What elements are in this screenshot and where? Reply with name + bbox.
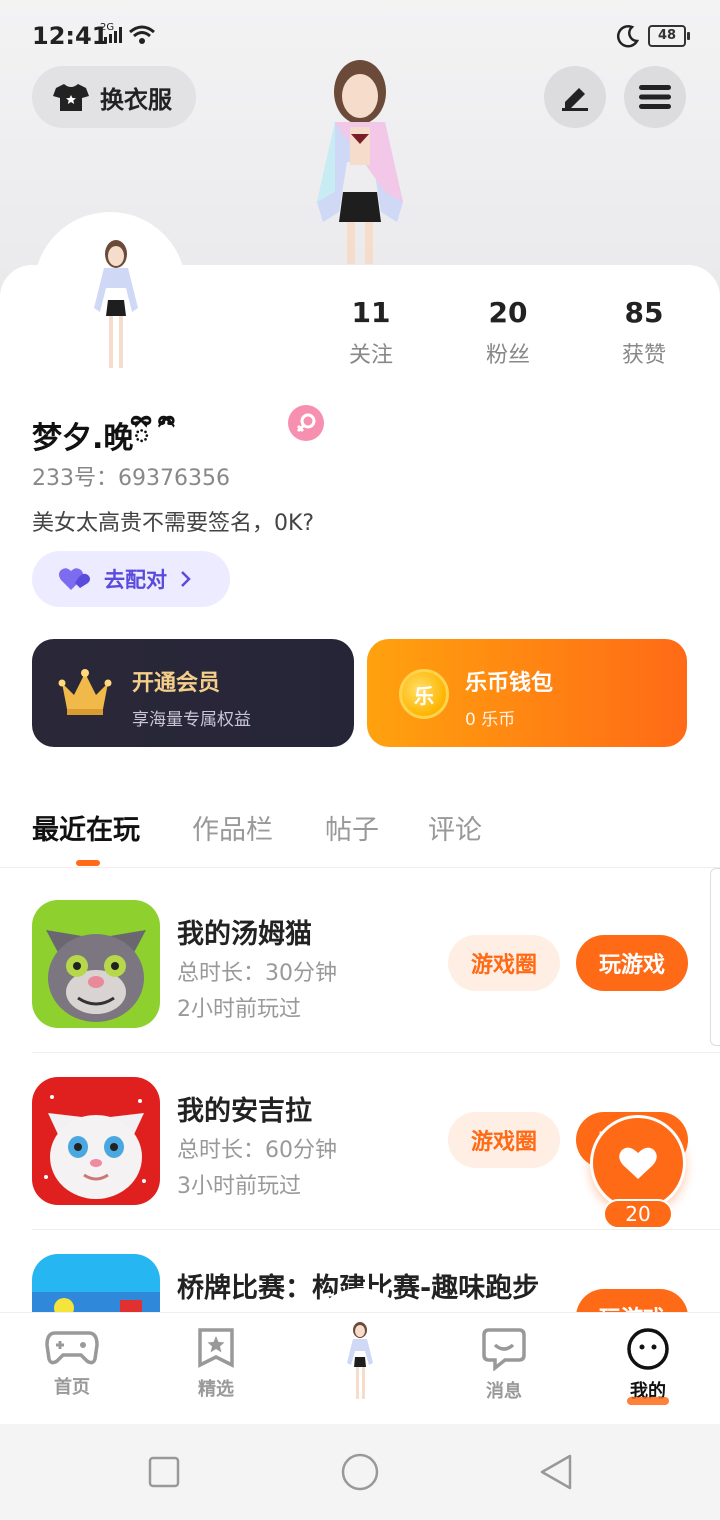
- profile-tabs: 最近在玩 作品栏 帖子 评论: [0, 800, 720, 868]
- stat-followers[interactable]: 20 粉丝: [458, 296, 558, 369]
- vip-membership-card[interactable]: 开通会员 享海量专属权益: [32, 639, 354, 747]
- signal-icon: [104, 27, 122, 43]
- double-heart-icon: [59, 568, 90, 590]
- match-label: 去配对: [104, 568, 167, 592]
- pen-icon: [562, 88, 588, 111]
- avatar[interactable]: [86, 238, 146, 373]
- following-count: 11: [351, 296, 391, 329]
- likes-count: 85: [624, 296, 664, 329]
- tab-posts[interactable]: 帖子: [325, 808, 379, 847]
- wallet-balance: 0 乐币: [465, 710, 516, 730]
- game-last-played: 3小时前玩过: [177, 1174, 301, 1199]
- chat-icon: [482, 1328, 526, 1372]
- nav-home-label: 首页: [54, 1377, 90, 1398]
- divider: [32, 1052, 720, 1053]
- crown-icon: [58, 669, 112, 715]
- nav-featured[interactable]: 精选: [171, 1327, 261, 1401]
- play-game-button[interactable]: 玩游戏: [576, 935, 688, 991]
- tab-recently-played[interactable]: 最近在玩: [32, 808, 140, 847]
- recent-apps-icon[interactable]: [148, 1456, 180, 1488]
- smiley-icon: [627, 1328, 669, 1370]
- followers-count: 20: [488, 296, 528, 329]
- game-playtime: 总时长：30分钟: [177, 961, 337, 986]
- vip-title: 开通会员: [132, 671, 221, 696]
- hamburger-icon: [639, 85, 671, 109]
- moon-icon: [616, 25, 640, 48]
- game-playtime: 总时长：60分钟: [177, 1138, 337, 1163]
- followers-label: 粉丝: [485, 343, 530, 368]
- game-icon-talking-angela: [32, 1077, 160, 1205]
- edit-profile-button[interactable]: [544, 66, 606, 128]
- game-circle-button[interactable]: 游戏圈: [448, 935, 560, 991]
- likes-label: 获赞: [621, 343, 666, 368]
- vip-subtitle: 享海量专属权益: [132, 710, 251, 730]
- game-last-played: 2小时前玩过: [177, 997, 301, 1022]
- gamepad-icon: [45, 1331, 99, 1365]
- stat-likes[interactable]: 85 获赞: [594, 296, 694, 369]
- tab-comments[interactable]: 评论: [428, 808, 482, 847]
- wifi-icon: [129, 25, 155, 44]
- coin-icon: 乐: [399, 669, 449, 719]
- star-bookmark-icon: [198, 1328, 234, 1368]
- game-icon-talking-tom: [32, 900, 160, 1028]
- tab-works[interactable]: 作品栏: [192, 808, 273, 847]
- nav-messages[interactable]: 消息: [459, 1327, 549, 1403]
- following-label: 关注: [348, 343, 393, 368]
- menu-button[interactable]: [624, 66, 686, 128]
- home-circle-icon[interactable]: [341, 1453, 379, 1491]
- heart-icon: [619, 1147, 657, 1179]
- list-item[interactable]: 我的汤姆猫 总时长：30分钟 2小时前玩过 游戏圈 玩游戏: [32, 900, 688, 1077]
- female-gender-icon: [288, 405, 324, 441]
- shirt-icon: [53, 84, 89, 111]
- nav-me[interactable]: 我的: [603, 1327, 693, 1405]
- game-circle-button[interactable]: 游戏圈: [448, 1112, 560, 1168]
- side-pull-tab[interactable]: [710, 868, 720, 1046]
- battery-indicator: 48: [648, 25, 690, 47]
- nav-character[interactable]: [315, 1322, 405, 1405]
- user-id: 233号：69376356: [32, 466, 230, 491]
- tab-active-indicator: [76, 860, 100, 866]
- wallet-title: 乐币钱包: [465, 671, 554, 696]
- chevron-right-icon: [181, 571, 191, 587]
- coin-wallet-card[interactable]: 乐 乐币钱包 0 乐币: [367, 639, 687, 747]
- user-bio: 美女太高贵不需要签名，0K?: [32, 511, 315, 536]
- nav-messages-label: 消息: [486, 1381, 522, 1402]
- character-avatar-large[interactable]: [285, 52, 435, 267]
- divider: [32, 1229, 720, 1230]
- game-name: 我的汤姆猫: [177, 919, 312, 950]
- change-outfit-button[interactable]: 换衣服: [32, 66, 196, 128]
- nav-home[interactable]: 首页: [27, 1327, 117, 1399]
- stat-following[interactable]: 11 关注: [321, 296, 421, 369]
- back-triangle-icon[interactable]: [538, 1453, 574, 1491]
- change-outfit-label: 换衣服: [100, 85, 172, 114]
- match-button[interactable]: 去配对: [32, 551, 230, 607]
- like-count-badge: 20: [603, 1199, 673, 1229]
- floating-like-button[interactable]: [590, 1115, 686, 1211]
- system-navigation-bar: [0, 1424, 720, 1520]
- character-avatar: [347, 1322, 373, 1399]
- nav-featured-label: 精选: [198, 1379, 234, 1400]
- status-bar: 12:41 2G 48: [0, 0, 720, 60]
- game-name: 我的安吉拉: [177, 1096, 312, 1127]
- status-time: 12:41: [32, 22, 109, 50]
- nav-active-underline: [627, 1397, 669, 1405]
- bottom-navigation: 首页 精选 消息 我的: [0, 1312, 720, 1424]
